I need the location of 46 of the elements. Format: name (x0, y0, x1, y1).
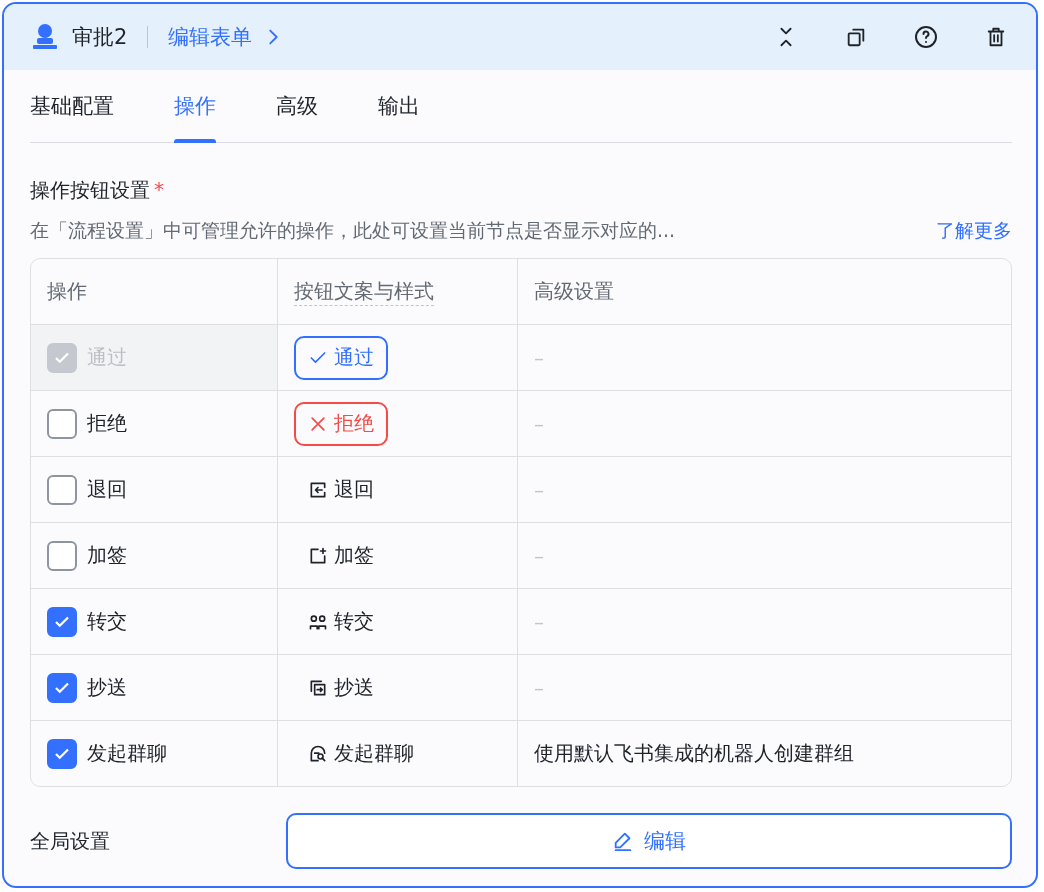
approver-icon (32, 23, 58, 51)
action-label: 退回 (87, 476, 127, 503)
column-header: 操作 (47, 278, 87, 305)
action-label: 拒绝 (87, 410, 127, 437)
action-button-preview[interactable]: 加签 (294, 533, 388, 578)
trash-icon (985, 26, 1007, 48)
advanced-setting: – (534, 675, 544, 700)
checkbox[interactable] (47, 672, 77, 703)
learn-more-link[interactable]: 了解更多 (936, 218, 1012, 244)
checkbox[interactable] (47, 540, 77, 571)
tab[interactable]: 输出 (378, 70, 420, 142)
action-label: 加签 (87, 542, 127, 569)
action-button-preview[interactable]: 退回 (294, 467, 388, 512)
checkbox[interactable] (47, 738, 77, 769)
section-description: 在「流程设置」中可管理允许的操作，此处可设置当前节点是否显示对应的... (30, 218, 676, 243)
tab[interactable]: 基础配置 (30, 70, 114, 142)
checkbox[interactable] (47, 474, 77, 505)
copy-icon (845, 26, 867, 48)
node-title: 审批2 (72, 24, 128, 51)
section-title: 操作按钮设置 (30, 177, 150, 204)
action-label: 发起群聊 (87, 740, 167, 767)
action-label: 转交 (87, 608, 127, 635)
advanced-setting: – (534, 609, 544, 634)
required-mark: * (154, 177, 164, 203)
advanced-setting: – (534, 345, 544, 370)
group-chat-icon (308, 743, 328, 764)
action-button-preview[interactable]: 转交 (294, 599, 388, 644)
global-settings-label: 全局设置 (30, 827, 111, 855)
advanced-setting: – (534, 411, 544, 436)
action-button-preview[interactable]: 发起群聊 (294, 731, 428, 776)
help-icon (914, 25, 938, 49)
action-label: 抄送 (87, 674, 127, 701)
tab[interactable]: 高级 (276, 70, 318, 142)
add-sign-icon (308, 545, 328, 566)
column-header: 高级设置 (534, 278, 614, 305)
advanced-setting: 使用默认飞书集成的机器人创建群组 (534, 740, 854, 767)
edit-form-link[interactable]: 编辑表单 (168, 23, 285, 51)
column-header: 按钮文案与样式 (294, 277, 434, 306)
action-button-preview[interactable]: 抄送 (294, 665, 388, 710)
checkbox[interactable] (47, 606, 77, 637)
edit-button[interactable]: 编辑 (286, 813, 1012, 869)
advanced-setting: – (534, 477, 544, 502)
checkbox[interactable] (47, 408, 77, 439)
tab[interactable]: 操作 (174, 70, 216, 142)
advanced-setting: – (534, 543, 544, 568)
pencil-icon (612, 830, 634, 852)
